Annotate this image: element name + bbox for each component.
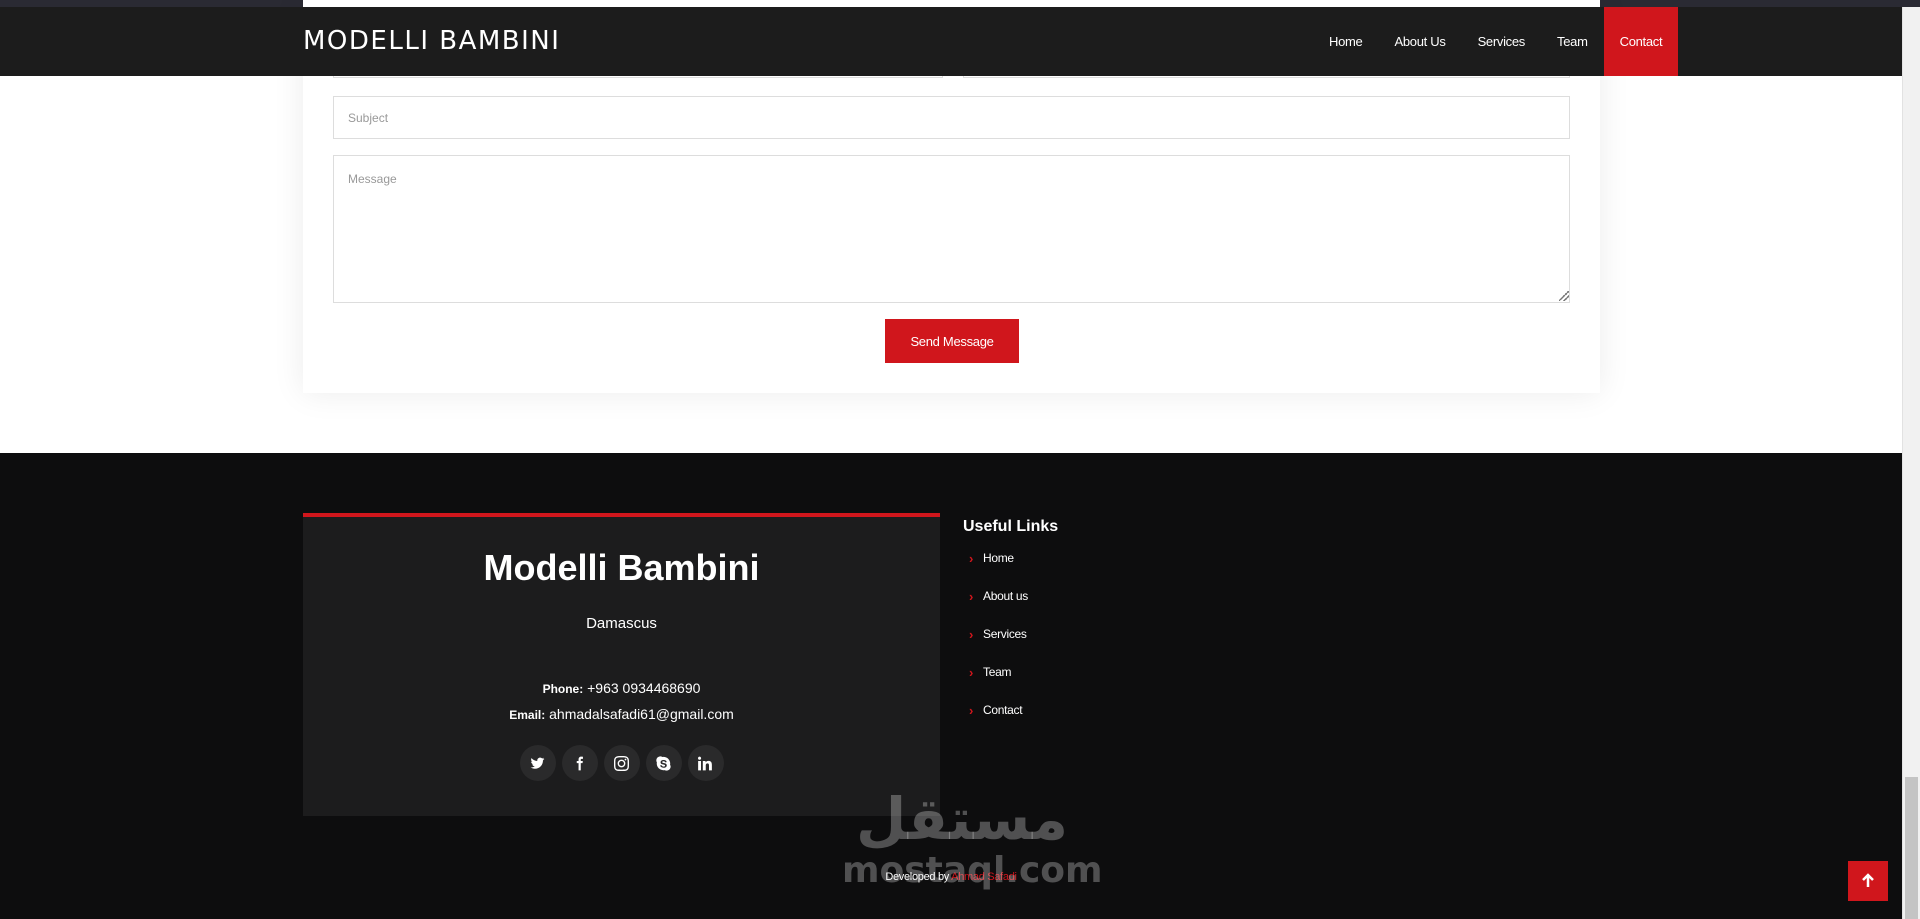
back-to-top-button[interactable] — [1848, 861, 1888, 901]
footer-city: Damascus — [586, 615, 657, 632]
linkedin-icon[interactable] — [687, 745, 724, 781]
footer-info-card: Modelli Bambini Damascus Phone: +963 093… — [303, 513, 940, 816]
phone-label: Phone: — [542, 682, 584, 696]
chevron-right-icon: › — [969, 702, 974, 718]
skype-icon[interactable] — [645, 745, 682, 781]
nav-services[interactable]: Services — [1462, 7, 1541, 76]
chevron-right-icon: › — [969, 626, 974, 642]
instagram-icon[interactable] — [603, 745, 640, 781]
footer-brand: Modelli Bambini — [483, 547, 760, 588]
nav-contact[interactable]: Contact — [1603, 7, 1679, 76]
site-footer: Modelli Bambini Damascus Phone: +963 093… — [0, 453, 1902, 919]
main-nav: Home About Us Services Team Contact — [1313, 7, 1902, 76]
nav-team[interactable]: Team — [1541, 7, 1604, 76]
developer-credit: Developed by Ahmad Safadi — [0, 871, 1902, 883]
useful-links-title: Useful Links — [963, 518, 1059, 535]
page-scrollbar[interactable] — [1902, 7, 1920, 919]
footer-link-services[interactable]: › Services — [963, 615, 1263, 653]
twitter-icon[interactable] — [519, 745, 556, 781]
chevron-right-icon: › — [969, 664, 974, 680]
footer-link-about[interactable]: › About us — [963, 577, 1263, 615]
arrow-up-icon — [1862, 873, 1874, 887]
footer-link-contact[interactable]: › Contact — [963, 691, 1263, 729]
social-links — [303, 745, 940, 781]
footer-link-label: Contact — [983, 703, 1023, 717]
scrollbar-thumb[interactable] — [1905, 777, 1918, 919]
chevron-right-icon: › — [969, 588, 974, 604]
useful-links: Useful Links › Home › About us › Service… — [963, 513, 1263, 729]
footer-link-team[interactable]: › Team — [963, 653, 1263, 691]
send-message-button[interactable]: Send Message — [885, 319, 1019, 363]
footer-link-label: Home — [983, 551, 1014, 565]
site-logo[interactable]: MODELLI BAMBINI — [303, 7, 560, 76]
facebook-icon[interactable] — [561, 745, 598, 781]
nav-about[interactable]: About Us — [1378, 7, 1461, 76]
site-header: MODELLI BAMBINI Home About Us Services T… — [0, 7, 1902, 76]
email-value: ahmadalsafadi61@gmail.com — [549, 706, 734, 722]
developer-link[interactable]: Ahmad Safadi — [951, 871, 1017, 883]
nav-home[interactable]: Home — [1313, 7, 1378, 76]
footer-link-home[interactable]: › Home — [963, 539, 1263, 577]
footer-link-label: About us — [983, 589, 1028, 603]
chevron-right-icon: › — [969, 550, 974, 566]
message-textarea[interactable] — [333, 155, 1570, 303]
phone-value: +963 0934468690 — [587, 680, 701, 696]
resize-handle-icon[interactable] — [1559, 291, 1569, 301]
footer-link-label: Team — [983, 665, 1012, 679]
developed-by-text: Developed by — [885, 871, 949, 883]
footer-email: Email: ahmadalsafadi61@gmail.com — [303, 706, 940, 722]
footer-link-label: Services — [983, 627, 1027, 641]
footer-phone: Phone: +963 0934468690 — [303, 680, 940, 696]
email-label: Email: — [509, 708, 546, 722]
subject-input[interactable] — [333, 96, 1570, 139]
